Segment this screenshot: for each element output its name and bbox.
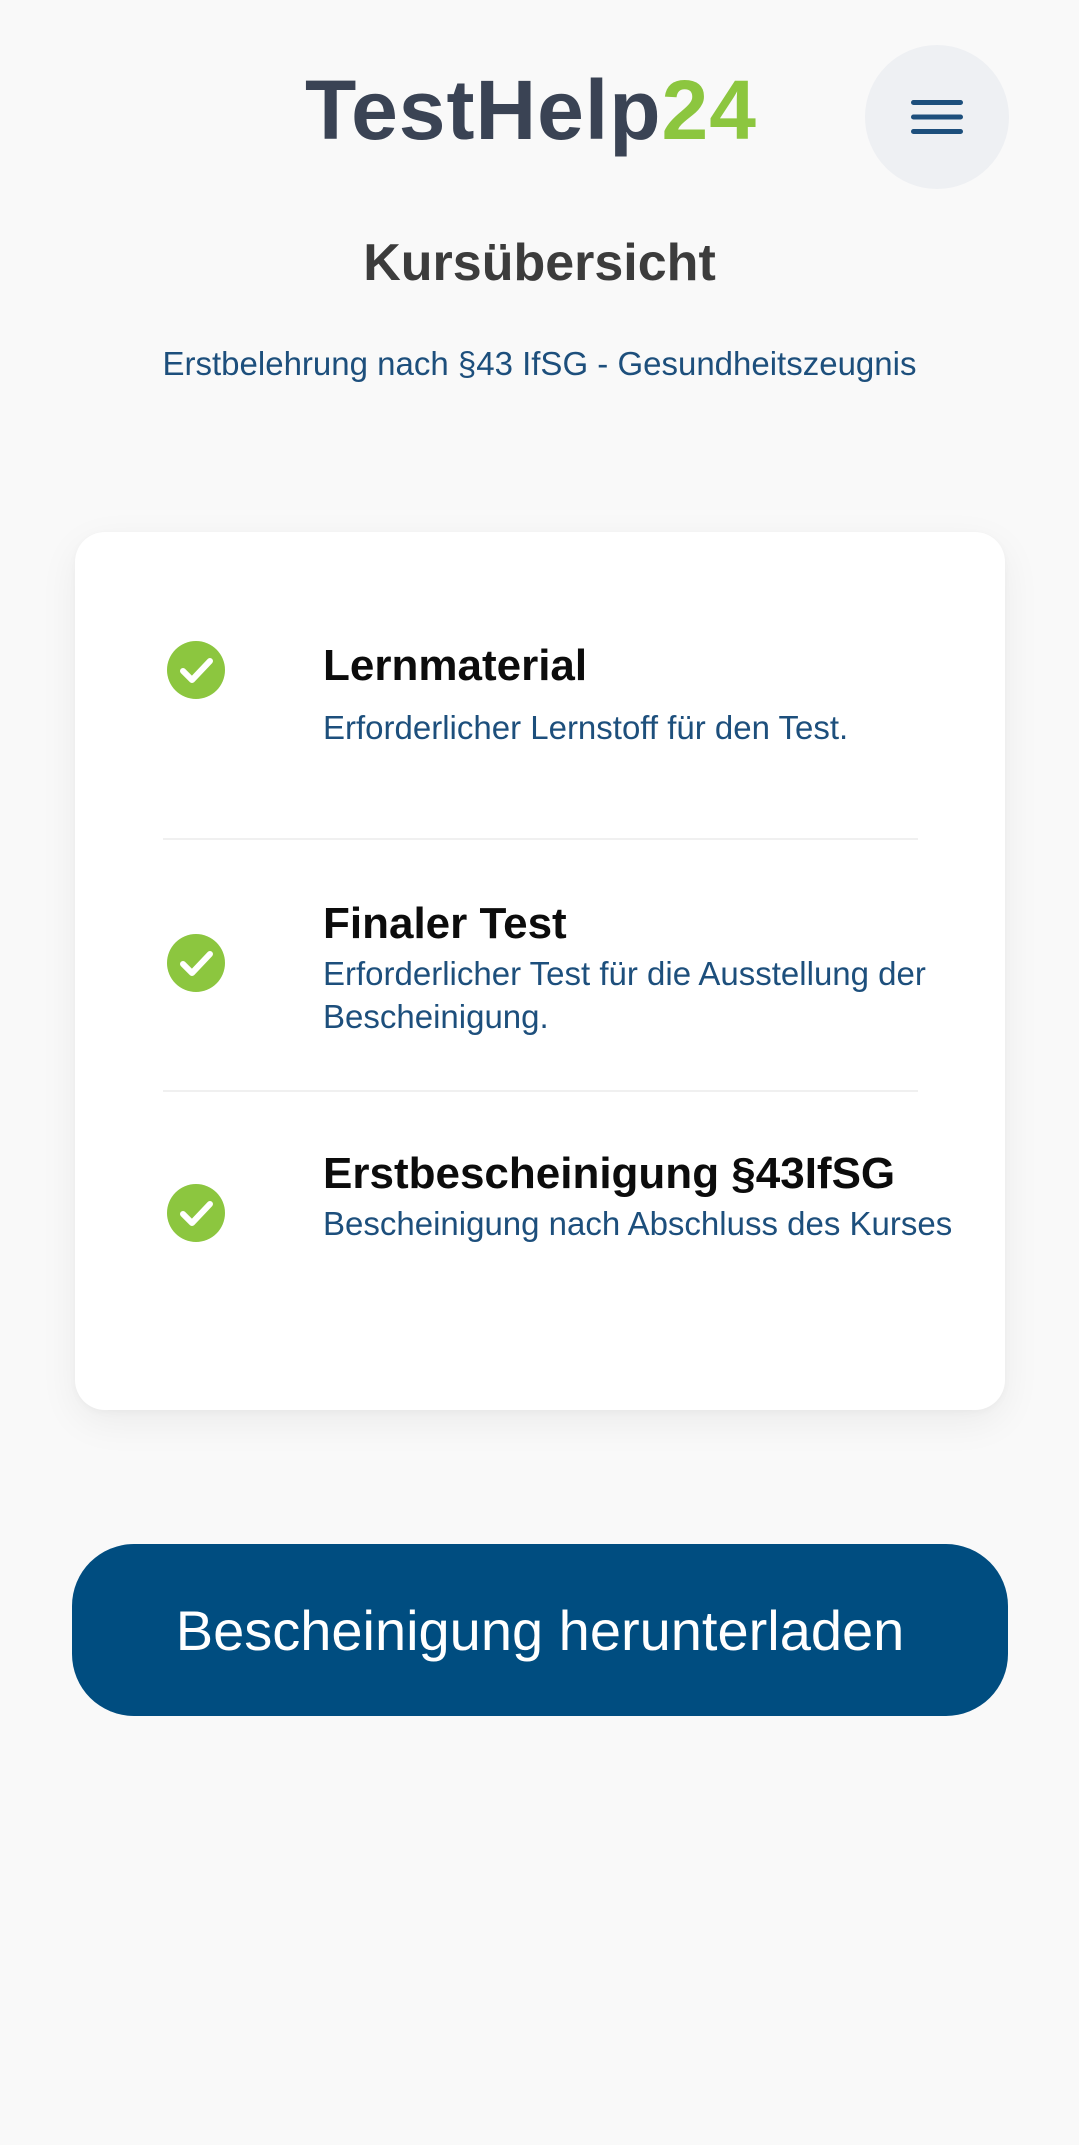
course-item-lernmaterial[interactable]: Lernmaterial Erforderlicher Lernstoff fü…: [75, 532, 1005, 838]
course-subtitle: Erstbelehrung nach §43 IfSG - Gesundheit…: [162, 345, 917, 382]
check-circle-icon: [167, 934, 225, 992]
menu-button[interactable]: [865, 45, 1009, 189]
check-circle-icon: [167, 1184, 225, 1242]
logo-text-main: TestHelp: [305, 63, 662, 157]
course-item-erstbescheinigung[interactable]: Erstbescheinigung §43IfSG Bescheinigung …: [75, 1092, 1005, 1410]
app-header: TestHelp24: [0, 0, 1079, 200]
course-item-title: Lernmaterial: [323, 641, 588, 690]
logo-text-accent: 24: [661, 63, 757, 157]
course-item-title: Erstbescheinigung §43IfSG: [323, 1149, 896, 1198]
course-overview-card: Lernmaterial Erforderlicher Lernstoff fü…: [75, 532, 1005, 1410]
course-item-description: Erforderlicher Lernstoff für den Test.: [323, 708, 849, 746]
course-item-title: Finaler Test: [323, 899, 567, 948]
download-certificate-button[interactable]: Bescheinigung herunterladen: [72, 1544, 1008, 1716]
course-item-finaler-test[interactable]: Finaler Test Erforderlicher Test für die…: [75, 840, 1005, 1090]
page-title: Kursübersicht: [363, 234, 716, 292]
course-item-description: Bescheinigung nach Abschluss des Kurses: [323, 1204, 953, 1242]
check-circle-icon: [167, 641, 225, 699]
brand-logo[interactable]: TestHelp24: [305, 68, 757, 152]
hamburger-menu-icon: [911, 100, 963, 134]
course-item-description: Erforderlicher Test für die Ausstellung …: [323, 954, 926, 1036]
